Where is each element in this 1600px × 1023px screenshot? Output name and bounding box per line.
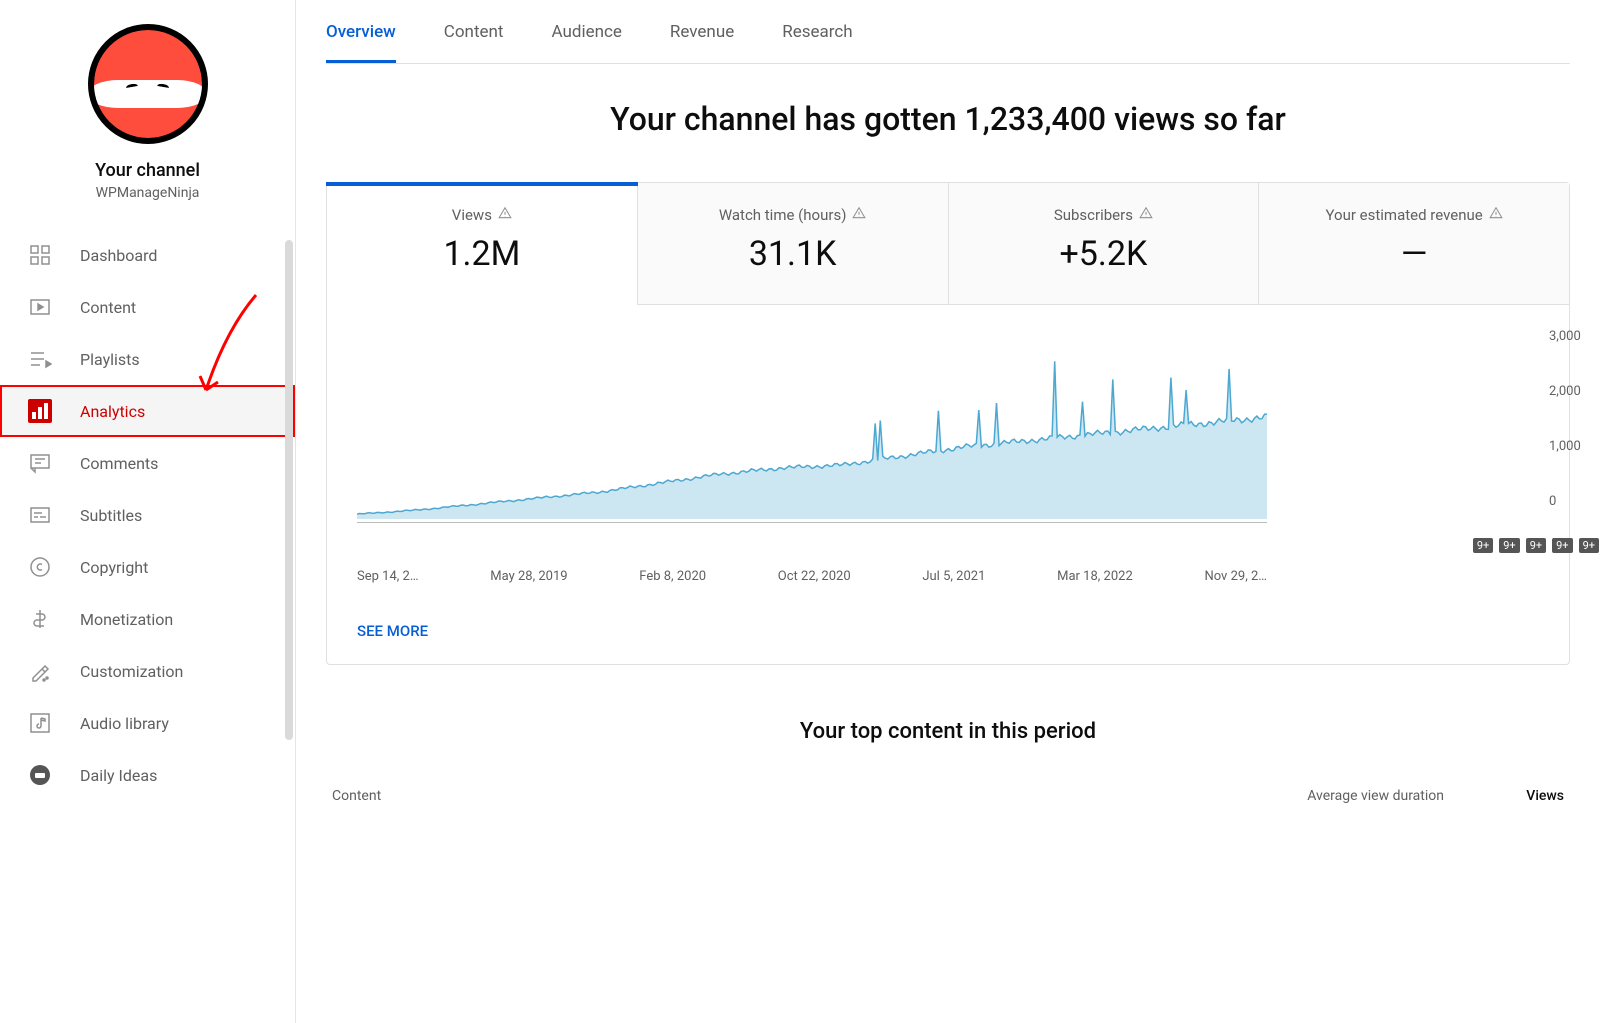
metric-row: Views 1.2M Watch time (hours) 31.1K Subscrib…: [327, 183, 1569, 305]
sidebar-item-analytics[interactable]: Analytics: [0, 385, 295, 437]
top-content-table-header: Content Average view duration Views: [326, 780, 1570, 804]
col-avg-header: Average view duration: [1294, 788, 1444, 804]
chart-y-axis: 3,0002,0001,0000: [1549, 329, 1599, 509]
tab-revenue[interactable]: Revenue: [670, 22, 734, 63]
indicator-badge[interactable]: 9+: [1526, 538, 1546, 553]
sidebar-item-comments[interactable]: Comments: [0, 437, 295, 489]
monetization-icon: [28, 607, 52, 631]
col-views-header[interactable]: Views: [1444, 788, 1564, 804]
warning-icon: [1139, 206, 1153, 224]
nav-label: Customization: [80, 662, 183, 681]
channel-header: Your channel WPManageNinja: [0, 24, 295, 229]
content-icon: [28, 295, 52, 319]
sidebar-item-dashboard[interactable]: Dashboard: [0, 229, 295, 281]
overview-card: Views 1.2M Watch time (hours) 31.1K Subscrib…: [326, 182, 1570, 665]
channel-name: WPManageNinja: [20, 185, 275, 201]
chart-badges: 9+ 9+ 9+ 9+ 9+: [1473, 538, 1599, 553]
tab-research[interactable]: Research: [782, 22, 852, 63]
sidebar-item-customization[interactable]: Customization: [0, 645, 295, 697]
playlists-icon: [28, 347, 52, 371]
main-content: Overview Content Audience Revenue Research Y…: [296, 0, 1600, 1023]
nav-label: Playlists: [80, 350, 140, 369]
metric-label: Subscribers: [1054, 206, 1153, 224]
analytics-tabs: Overview Content Audience Revenue Research: [326, 0, 1570, 64]
metric-subscribers[interactable]: Subscribers +5.2K: [949, 183, 1260, 305]
indicator-badge[interactable]: 9+: [1473, 538, 1493, 553]
warning-icon: [498, 206, 512, 224]
sidebar-item-content[interactable]: Content: [0, 281, 295, 333]
indicator-badge[interactable]: 9+: [1579, 538, 1599, 553]
headline: Your channel has gotten 1,233,400 views …: [326, 100, 1570, 138]
nav-label: Subtitles: [80, 506, 142, 525]
tab-overview[interactable]: Overview: [326, 22, 396, 63]
views-chart: 3,0002,0001,0000 9+9+9+9+9+ Sep 14, 2…Ma…: [327, 305, 1569, 604]
sidebar-item-audio-library[interactable]: Audio library: [0, 697, 295, 749]
metric-label: Your estimated revenue: [1326, 206, 1503, 224]
sidebar: Your channel WPManageNinja Dashboard Cont…: [0, 0, 296, 1023]
warning-icon: [852, 206, 866, 224]
channel-avatar[interactable]: [88, 24, 208, 144]
chart-svg: [357, 339, 1267, 519]
metric-views[interactable]: Views 1.2M: [327, 183, 638, 305]
comments-icon: [28, 451, 52, 475]
analytics-icon: [28, 399, 52, 423]
sidebar-item-copyright[interactable]: Copyright: [0, 541, 295, 593]
metric-value: 31.1K: [648, 234, 938, 274]
chart-x-axis: Sep 14, 2…May 28, 2019Feb 8, 2020Oct 22,…: [357, 569, 1267, 584]
daily-ideas-icon: [28, 763, 52, 787]
nav-label: Comments: [80, 454, 158, 473]
nav-label: Copyright: [80, 558, 148, 577]
col-content-header: Content: [332, 788, 1294, 804]
warning-icon: [1489, 206, 1503, 224]
nav-label: Audio library: [80, 714, 169, 733]
tab-audience[interactable]: Audience: [551, 22, 621, 63]
copyright-icon: [28, 555, 52, 579]
nav-label: Monetization: [80, 610, 173, 629]
metric-value: +5.2K: [959, 234, 1249, 274]
nav-label: Analytics: [80, 402, 145, 421]
nav-label: Daily Ideas: [80, 766, 157, 785]
sidebar-item-subtitles[interactable]: Subtitles: [0, 489, 295, 541]
nav-label: Dashboard: [80, 246, 157, 265]
audio-library-icon: [28, 711, 52, 735]
subtitles-icon: [28, 503, 52, 527]
sidebar-item-playlists[interactable]: Playlists: [0, 333, 295, 385]
indicator-badge[interactable]: 9+: [1552, 538, 1572, 553]
sidebar-item-daily-ideas[interactable]: Daily Ideas: [0, 749, 295, 801]
tab-content[interactable]: Content: [444, 22, 504, 63]
metric-label: Watch time (hours): [719, 206, 867, 224]
top-content-title: Your top content in this period: [326, 719, 1570, 744]
metric-your-estimated-revenue[interactable]: Your estimated revenue —: [1259, 183, 1569, 305]
sidebar-item-monetization[interactable]: Monetization: [0, 593, 295, 645]
your-channel-label: Your channel: [20, 160, 275, 181]
customization-icon: [28, 659, 52, 683]
metric-value: —: [1269, 234, 1559, 274]
see-more-link[interactable]: SEE MORE: [327, 604, 1569, 664]
dashboard-icon: [28, 243, 52, 267]
metric-label: Views: [452, 206, 512, 224]
sidebar-scrollbar[interactable]: [285, 240, 293, 740]
metric-value: 1.2M: [337, 234, 627, 274]
nav-label: Content: [80, 298, 136, 317]
indicator-badge[interactable]: 9+: [1499, 538, 1519, 553]
metric-watch-time-hours-[interactable]: Watch time (hours) 31.1K: [638, 183, 949, 305]
nav-list: Dashboard Content Playlists Analytics Commen…: [0, 229, 295, 801]
